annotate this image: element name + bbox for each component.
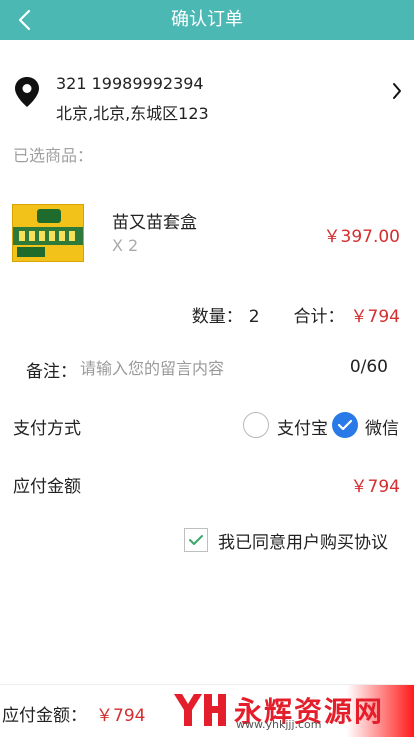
product-item[interactable]: 苗又苗套盒 X 2 ￥397.00: [0, 196, 414, 272]
note-row: 备注： 0/60: [0, 355, 414, 385]
bottom-amount-value: ￥794: [96, 706, 146, 726]
product-thumbnail: [12, 204, 84, 262]
alipay-option-label[interactable]: 支付宝: [277, 414, 328, 439]
total-label: 合计：: [293, 307, 345, 327]
watermark-logo-icon: [174, 694, 226, 726]
top-bar: 确认订单: [0, 0, 414, 40]
product-quantity: X 2: [112, 236, 139, 255]
note-label: 备注：: [26, 362, 77, 382]
product-name: 苗又苗套盒: [112, 213, 197, 233]
checkmark-icon: [189, 535, 203, 545]
check-icon: [337, 419, 353, 431]
amount-due-label: 应付金额: [13, 477, 81, 497]
wechat-option-label[interactable]: 微信: [365, 414, 399, 439]
quantity-value: 2: [248, 307, 260, 327]
address-contact: 321 19989992394: [56, 74, 204, 93]
alipay-radio[interactable]: [243, 412, 269, 438]
address-row[interactable]: 321 19989992394 北京,北京,东城区123: [0, 64, 414, 128]
selected-goods-label: 已选商品：: [13, 146, 94, 165]
address-detail: 北京,北京,东城区123: [56, 104, 209, 123]
agreement-text[interactable]: 我已同意用户购买协议: [218, 528, 388, 553]
total-value: ￥794: [350, 307, 400, 327]
note-input[interactable]: [80, 355, 320, 381]
page-title: 确认订单: [171, 9, 243, 30]
quantity-label: 数量：: [191, 307, 243, 327]
bottom-amount-label: 应付金额：: [2, 706, 87, 726]
watermark: 永辉资源网 www.yhkjjj.com: [170, 688, 384, 732]
product-price: ￥397.00: [323, 227, 400, 247]
amount-due-value: ￥794: [350, 477, 400, 497]
amount-due-row: 应付金额 ￥794: [0, 470, 414, 498]
payment-label: 支付方式: [13, 419, 81, 439]
chevron-right-icon: [393, 83, 401, 99]
watermark-url: www.yhkjjj.com: [236, 718, 322, 731]
agreement-checkbox[interactable]: [184, 528, 208, 552]
location-pin-icon: [15, 77, 39, 107]
order-summary: 数量： 2 合计： ￥794: [192, 302, 400, 327]
payment-method-row: 支付方式 支付宝 微信: [0, 410, 414, 442]
note-counter: 0/60: [349, 357, 388, 377]
wechat-radio[interactable]: [332, 412, 358, 438]
